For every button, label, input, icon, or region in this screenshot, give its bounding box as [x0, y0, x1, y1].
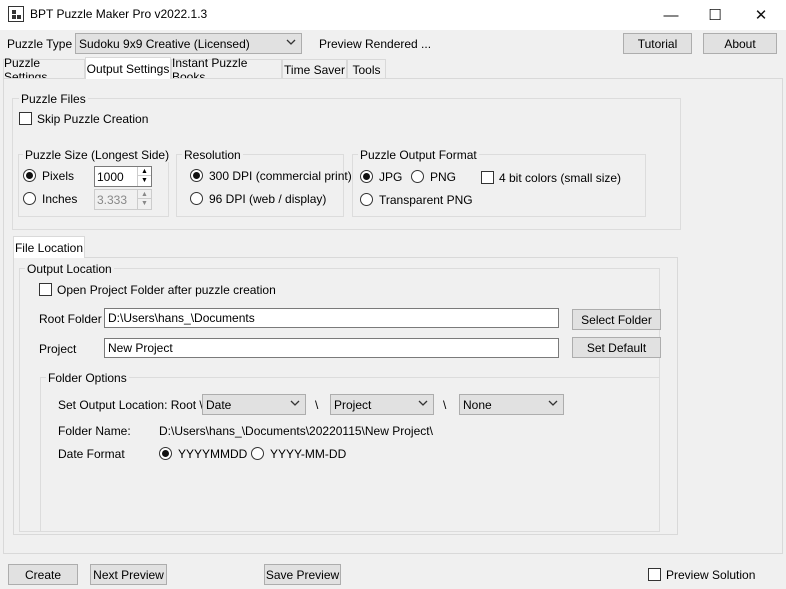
spin-down-icon: ▼ [141, 200, 148, 207]
transparent-png-label: Transparent PNG [379, 193, 473, 207]
chevron-down-icon [286, 37, 296, 47]
tab-file-location[interactable]: File Location [13, 236, 85, 258]
output-format-group [352, 154, 646, 217]
open-project-folder-label: Open Project Folder after puzzle creatio… [57, 283, 276, 297]
maximize-button[interactable]: ☐ [692, 0, 738, 30]
about-button[interactable]: About [703, 33, 777, 54]
preview-status: Preview Rendered ... [319, 37, 432, 51]
path-separator-2: \ [443, 398, 447, 412]
inches-label: Inches [42, 192, 78, 206]
folder-name-value: D:\Users\hans_\Documents\20220115\New Pr… [159, 424, 433, 438]
chevron-down-icon [548, 398, 558, 408]
root-folder-label: Root Folder [39, 312, 102, 326]
tab-time-saver[interactable]: Time Saver [282, 59, 347, 79]
folder-options-title: Folder Options [46, 371, 129, 385]
date-yyyy-mm-dd-label: YYYY-MM-DD [270, 447, 347, 461]
date-format-label: Date Format [58, 447, 125, 461]
puzzle-files-title: Puzzle Files [19, 92, 88, 106]
four-bit-colors-label: 4 bit colors (small size) [499, 171, 622, 185]
dpi-96-label: 96 DPI (web / display) [209, 192, 327, 206]
project-input[interactable]: New Project [104, 338, 559, 358]
create-button[interactable]: Create [8, 564, 78, 585]
inches-radio[interactable] [23, 192, 36, 205]
title-bar[interactable]: BPT Puzzle Maker Pro v2022.1.3 — ☐ ✕ [0, 0, 786, 30]
dpi-300-label: 300 DPI (commercial print) [209, 169, 352, 183]
minimize-button[interactable]: — [648, 0, 694, 30]
save-preview-button[interactable]: Save Preview [264, 564, 341, 585]
four-bit-colors-checkbox[interactable] [481, 171, 494, 184]
transparent-png-radio[interactable] [360, 193, 373, 206]
date-yyyymmdd-radio[interactable] [159, 447, 172, 460]
folder-level3-select[interactable]: None [459, 394, 564, 415]
preview-solution-label: Preview Solution [666, 568, 756, 582]
next-preview-button[interactable]: Next Preview [90, 564, 167, 585]
dpi-96-radio[interactable] [190, 192, 203, 205]
set-output-location-label: Set Output Location: Root \ [58, 398, 203, 412]
spin-up-icon: ▲ [138, 190, 151, 199]
tab-puzzle-settings[interactable]: Puzzle Settings [3, 56, 85, 84]
tutorial-button[interactable]: Tutorial [623, 33, 692, 54]
folder-level2-select[interactable]: Project [330, 394, 434, 415]
jpg-radio[interactable] [360, 170, 373, 183]
dpi-300-radio[interactable] [190, 169, 203, 182]
folder-level1-select[interactable]: Date [202, 394, 306, 415]
project-label: Project [39, 342, 77, 356]
png-label: PNG [430, 170, 457, 184]
set-default-button[interactable]: Set Default [572, 337, 661, 358]
inches-value: 3.333 [97, 193, 128, 207]
date-yyyy-mm-dd-radio[interactable] [251, 447, 264, 460]
puzzle-type-label: Puzzle Type [7, 37, 73, 51]
tab-instant-puzzle-books[interactable]: Instant Puzzle Books [171, 56, 282, 84]
resolution-title: Resolution [182, 148, 243, 162]
chevron-down-icon [290, 398, 300, 408]
inches-stepper: 3.333 ▲ ▼ [94, 189, 152, 210]
date-yyyymmdd-label: YYYYMMDD [178, 447, 248, 461]
folder-name-label: Folder Name: [58, 424, 131, 438]
puzzle-type-select[interactable]: Sudoku 9x9 Creative (Licensed) [75, 33, 302, 54]
tab-output-settings[interactable]: Output Settings [85, 57, 171, 79]
chevron-down-icon [418, 398, 428, 408]
root-folder-input[interactable]: D:\Users\hans_\Documents [104, 308, 559, 328]
spin-up-icon[interactable]: ▲ [138, 167, 151, 176]
preview-solution-checkbox[interactable] [648, 568, 661, 581]
spin-down-icon[interactable]: ▼ [138, 176, 151, 185]
pixels-radio[interactable] [23, 169, 36, 182]
folder-level1-value: Date [206, 397, 232, 412]
puzzle-grid-icon [8, 6, 24, 22]
folder-level3-value: None [463, 397, 492, 412]
window-title: BPT Puzzle Maker Pro v2022.1.3 [30, 7, 208, 21]
pixels-label: Pixels [42, 169, 75, 183]
puzzle-type-value: Sudoku 9x9 Creative (Licensed) [79, 36, 250, 51]
resolution-group [176, 154, 344, 217]
puzzle-size-title: Puzzle Size (Longest Side) [23, 148, 172, 162]
app-window: BPT Puzzle Maker Pro v2022.1.3 — ☐ ✕ Puz… [0, 0, 786, 589]
select-folder-button[interactable]: Select Folder [572, 309, 661, 330]
path-separator-1: \ [315, 398, 319, 412]
pixels-stepper[interactable]: 1000 ▲ ▼ [94, 166, 152, 187]
output-location-title: Output Location [25, 262, 114, 276]
open-project-folder-checkbox[interactable] [39, 283, 52, 296]
folder-level2-value: Project [334, 397, 372, 412]
skip-puzzle-creation-label: Skip Puzzle Creation [37, 112, 149, 126]
tab-tools[interactable]: Tools [347, 59, 386, 79]
close-button[interactable]: ✕ [738, 0, 784, 30]
jpg-label: JPG [379, 170, 403, 184]
skip-puzzle-creation-checkbox[interactable] [19, 112, 32, 125]
png-radio[interactable] [411, 170, 424, 183]
output-format-title: Puzzle Output Format [358, 148, 479, 162]
pixels-value: 1000 [97, 170, 124, 184]
